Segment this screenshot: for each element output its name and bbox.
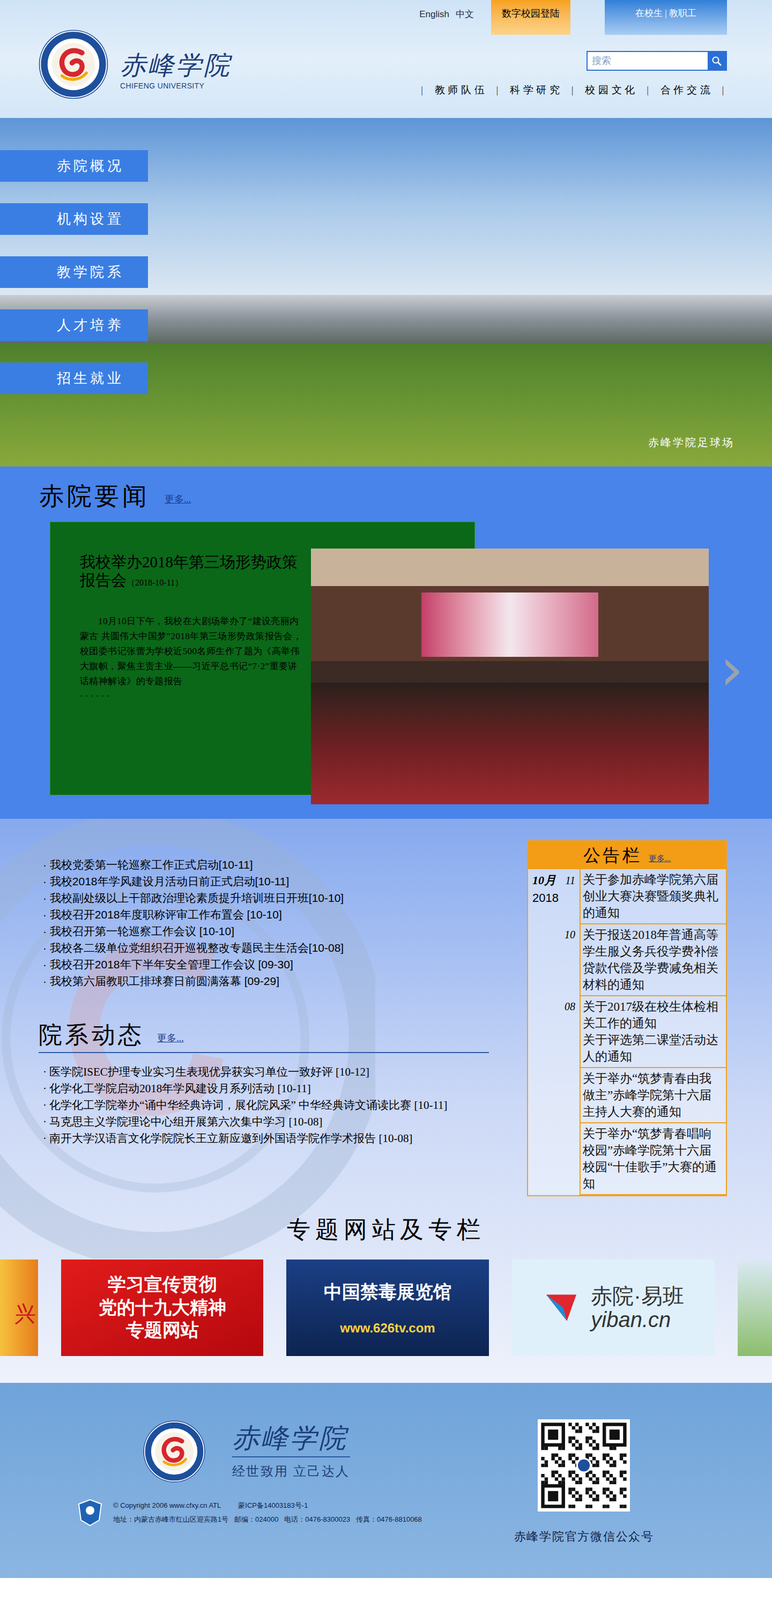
dept-item[interactable]: · 化学化工学院启动2018年学风建设月系列活动 [10-11] <box>42 1080 515 1097</box>
special-banner[interactable]: 中国禁毒展览馆www.626tv.com <box>286 1259 489 1356</box>
gov-badge-icon <box>77 1498 103 1527</box>
footer-logo-name: 赤峰学院 <box>232 1421 351 1458</box>
search-icon <box>711 55 723 67</box>
news-item[interactable]: · 我校第六届教职工排球赛日前圆满落幕 [09-29] <box>42 972 515 990</box>
user-button[interactable]: 在校生 | 教职工 <box>604 0 727 35</box>
notice-item[interactable]: 关于报送2018年普通高等学生服义务兵役学费补偿贷款代偿及学费减免相关材料的通知 <box>582 926 724 993</box>
portal-button[interactable]: 数字校园登陆 <box>491 0 571 35</box>
news-title: 赤院要闻 <box>39 481 150 511</box>
side-menu-item[interactable]: 人才培养 <box>0 309 148 341</box>
news-section: 赤院要闻更多... 我校举办2018年第三场形势政策报告会（2018-10-11）… <box>0 466 772 819</box>
notice-date <box>528 1067 580 1124</box>
special-banner[interactable]: 学习宣传贯彻党的十九大精神专题网站 <box>61 1259 264 1356</box>
news-list: · 我校党委第一轮巡察工作正式启动[10-11]· 我校2018年学风建设月活动… <box>42 856 515 990</box>
notice-date: 08 <box>528 996 580 1068</box>
dept-list: · 医学院ISEC护理专业实习生表现优异获实习单位一致好评 [10-12]· 化… <box>42 1063 515 1147</box>
news-item[interactable]: · 我校副处级以上干部政治理论素质提升培训班日开班[10-10] <box>42 889 515 907</box>
notice-row: 10关于报送2018年普通高等学生服义务兵役学费补偿贷款代偿及学费减免相关材料的… <box>528 924 726 997</box>
side-menu-item[interactable]: 教学院系 <box>0 256 148 288</box>
nav-link[interactable]: 校园文化 <box>576 82 647 99</box>
news-item[interactable]: · 我校各二级单位党组织召开巡视整改专题民主生活会[10-08] <box>42 939 515 956</box>
feature-body: 10月10日下午，我校在大剧场举办了“建设亮丽内蒙古 共圆伟大中国梦”2018年… <box>79 613 306 689</box>
footer-address: 地址：内蒙古赤峰市红山区迎宾路1号 邮编：024000 电话：0476-8300… <box>113 1512 422 1527</box>
specials-title: 专题网站及专栏 <box>0 1212 772 1248</box>
notice-item[interactable]: 关于举办“筑梦青春由我做主”赤峰学院第十六届主持人大赛的通知 <box>582 1070 724 1120</box>
search-input[interactable] <box>587 52 708 70</box>
notice-item[interactable]: 关于2017级在校生体检相关工作的通知 <box>582 998 724 1032</box>
hero: 赤院概况机构设置教学院系人才培养招生就业赤峰学院足球场 <box>0 117 772 467</box>
yiban-icon <box>542 1288 581 1327</box>
side-menu-item[interactable]: 机构设置 <box>0 203 148 235</box>
page: 赤峰学院CHIFENG UNIVERSITYEnglish中文数字校园登陆在校生… <box>0 0 772 1578</box>
dept-item[interactable]: · 南开大学汉语言文化学院院长王立新应邀到外国语学院作学术报告 [10-08] <box>42 1130 515 1147</box>
notice-row: 关于举办“筑梦青春由我做主”赤峰学院第十六届主持人大赛的通知 <box>528 1067 726 1124</box>
main-nav: |教师队伍|科学研究|校园文化|合作交流| <box>420 82 727 99</box>
language-switch: English 中文 <box>419 0 474 22</box>
notice-date <box>528 1123 580 1195</box>
nav-link[interactable]: 合作交流 <box>651 82 723 99</box>
hero-caption: 赤峰学院足球场 <box>648 434 735 451</box>
news-item[interactable]: · 我校召开第一轮巡察工作会议 [10-10] <box>42 922 515 940</box>
feature-date: （2018-10-11） <box>126 577 184 588</box>
notice-row: 10月112018关于参加赤峰学院第六届创业大赛决赛暨颁奖典礼的通知 <box>528 869 726 925</box>
notice-row: 08关于2017级在校生体检相关工作的通知关于评选第二课堂活动达人的通知 <box>528 996 726 1068</box>
footer: 赤峰学院经世致用 立己达人 © Copyright 2006 www.cfxy.c… <box>0 1382 772 1578</box>
footer-motto: 经世致用 立己达人 <box>232 1461 351 1481</box>
news-item[interactable]: · 我校2018年学风建设月活动日前正式启动[10-11] <box>42 872 515 890</box>
dept-title: 院系动态 <box>38 1021 145 1050</box>
logo-name: 赤峰学院 <box>120 49 232 81</box>
qr-caption: 赤峰学院官方微信公众号 <box>514 1527 655 1546</box>
search-box <box>586 50 727 71</box>
notice-item[interactable]: 关于评选第二课堂活动达人的通知 <box>582 1031 724 1065</box>
language-link[interactable]: English <box>419 7 450 22</box>
notice-item[interactable]: 关于举办“筑梦青春唱响校园”赤峰学院第十六届校园“十佳歌手”大赛的通知 <box>582 1125 724 1192</box>
dept-item[interactable]: · 马克思主义学院理论中心组开展第六次集中学习 [10-08] <box>42 1113 515 1131</box>
notice-more-link[interactable]: 更多... <box>648 845 671 865</box>
news-more-link[interactable]: 更多... <box>164 492 192 511</box>
dept-item[interactable]: · 化学化工学院举办“诵中华经典诗词，展化院风采” 中华经典诗文诵读比赛 [10… <box>42 1096 515 1114</box>
nav-link[interactable]: 科学研究 <box>501 82 572 99</box>
side-menu-item[interactable]: 赤院概况 <box>0 150 148 182</box>
side-menu-item[interactable]: 招生就业 <box>0 362 148 395</box>
university-logo-icon <box>37 28 110 101</box>
banner-partial[interactable]: 兴 <box>0 1259 39 1356</box>
feature-photo <box>310 548 709 805</box>
feature-title: 我校举办2018年第三场形势政策报告会（2018-10-11） <box>79 553 306 590</box>
notice-item[interactable]: 关于参加赤峰学院第六届创业大赛决赛暨颁奖典礼的通知 <box>582 871 724 922</box>
footer-icp[interactable]: 蒙ICP备14003183号-1 <box>238 1498 308 1513</box>
notice-date: 10月112018 <box>528 869 580 925</box>
lists-section: · 我校党委第一轮巡察工作正式启动[10-11]· 我校2018年学风建设月活动… <box>0 818 772 1383</box>
search-button[interactable] <box>707 52 726 70</box>
footer-logo-icon <box>142 1419 207 1484</box>
banner-partial[interactable] <box>737 1259 772 1356</box>
side-menu: 赤院概况机构设置教学院系人才培养招生就业 <box>0 150 148 395</box>
news-item[interactable]: · 我校召开2018年度职称评审工作布置会 [10-10] <box>42 906 515 923</box>
notice-panel: 公告栏更多...10月112018关于参加赤峰学院第六届创业大赛决赛暨颁奖典礼的… <box>526 840 727 1197</box>
wechat-qr-icon <box>537 1419 630 1512</box>
news-item[interactable]: · 我校党委第一轮巡察工作正式启动[10-11] <box>42 856 515 873</box>
footer-copyright: © Copyright 2006 www.cfxy.cn ATL <box>113 1498 221 1513</box>
news-item[interactable]: · 我校召开2018年下半年安全管理工作会议 [09-30] <box>42 955 515 973</box>
nav-link[interactable]: 教师队伍 <box>426 82 497 99</box>
notice-date: 10 <box>528 924 580 997</box>
language-link[interactable]: 中文 <box>455 7 474 22</box>
notice-row: 关于举办“筑梦青春唱响校园”赤峰学院第十六届校园“十佳歌手”大赛的通知 <box>528 1123 726 1195</box>
dept-item[interactable]: · 医学院ISEC护理专业实习生表现优异获实习单位一致好评 [10-12] <box>42 1063 515 1081</box>
notice-header: 公告栏更多... <box>528 841 726 870</box>
feature-ellipsis: · · · · · · <box>79 688 306 704</box>
site-logo[interactable]: 赤峰学院CHIFENG UNIVERSITY <box>0 0 232 118</box>
logo-en: CHIFENG UNIVERSITY <box>120 80 232 92</box>
dept-more-link[interactable]: 更多... <box>157 1030 184 1050</box>
header: 赤峰学院CHIFENG UNIVERSITY English 中文 数字校园登陆在校生… <box>0 0 772 118</box>
next-arrow[interactable]: › <box>719 639 744 699</box>
special-banner[interactable]: 赤院·易班yiban.cn <box>511 1259 715 1356</box>
specials-row: 兴学习宣传贯彻党的十九大精神专题网站中国禁毒展览馆www.626tv.com赤院… <box>0 1259 772 1356</box>
